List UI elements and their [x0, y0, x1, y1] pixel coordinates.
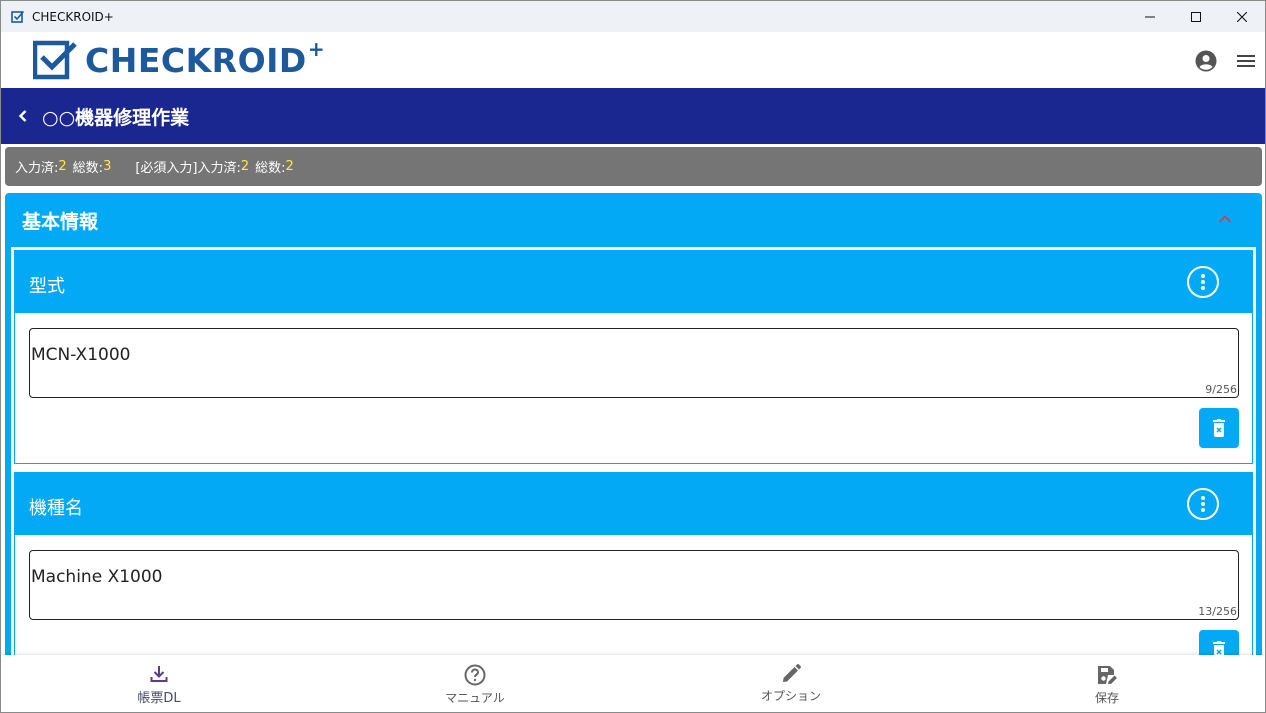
field-card: 型式 MCN-X1000 9/256 [14, 250, 1253, 464]
chevron-left-icon [18, 110, 27, 122]
field-body: Machine X1000 13/256 [15, 535, 1252, 663]
machine-name-input[interactable]: Machine X1000 [29, 550, 1239, 620]
required-total-count: 2 [285, 159, 294, 174]
section-title: 基本情報 [22, 211, 99, 233]
field-label: 型式 [29, 276, 65, 297]
account-circle-icon [1195, 50, 1217, 72]
delete-button[interactable] [1199, 408, 1239, 448]
field-body: MCN-X1000 9/256 [15, 313, 1252, 463]
app-window: CHECKROID+ CHECKROID + ○○機器修理作業 入力済: 2 総… [0, 0, 1266, 713]
trash-icon [1213, 419, 1225, 437]
minimize-button[interactable] [1127, 1, 1173, 32]
pencil-icon [783, 664, 801, 682]
char-counter: 9/256 [1205, 383, 1237, 396]
entered-label: 入力済: [15, 161, 59, 176]
required-entered-count: 2 [240, 159, 250, 174]
total-label: 総数: [72, 161, 104, 176]
menu-button[interactable] [1234, 49, 1258, 73]
field-label: 機種名 [29, 498, 83, 519]
field-list: 型式 MCN-X1000 9/256 機種名 Machine X1000 13/… [11, 247, 1256, 663]
page-title: ○○機器修理作業 [42, 106, 190, 129]
entered-count: 2 [58, 159, 67, 174]
more-vertical-icon [1201, 496, 1205, 512]
logo-text: CHECKROID [85, 40, 307, 80]
close-icon [1237, 11, 1247, 22]
window-titlebar: CHECKROID+ [1, 1, 1265, 32]
account-button[interactable] [1194, 49, 1218, 73]
hamburger-menu-icon [1237, 55, 1255, 67]
field-options-button[interactable] [1187, 488, 1219, 520]
maximize-icon [1191, 11, 1201, 22]
total-count: 3 [103, 159, 112, 174]
field-header: 機種名 [15, 473, 1252, 535]
chevron-up-icon [1218, 215, 1232, 223]
window-title: CHECKROID+ [32, 9, 114, 24]
field-header: 型式 [15, 251, 1252, 313]
page-bar: ○○機器修理作業 [1, 88, 1265, 144]
nav-save[interactable]: 保存 [949, 655, 1265, 712]
section-basic-info: 基本情報 型式 MCN-X1000 9/256 機種名 Machine X100… [5, 193, 1262, 663]
maximize-button[interactable] [1173, 1, 1219, 32]
field-card: 機種名 Machine X1000 13/256 [14, 472, 1253, 663]
required-entered-label: [必須入力]入力済: [135, 161, 241, 176]
collapse-button[interactable] [1215, 209, 1235, 229]
logo-plus: + [307, 37, 325, 61]
nav-label: 保存 [1094, 691, 1119, 705]
more-vertical-icon [1201, 274, 1205, 290]
minimize-icon [1145, 16, 1155, 17]
bottom-navigation: 帳票DL マニュアル オプション 保存 [1, 655, 1265, 712]
char-counter: 13/256 [1198, 605, 1237, 618]
help-circle-icon [464, 664, 486, 686]
nav-label: マニュアル [445, 691, 505, 705]
required-total-label: 総数: [255, 161, 286, 176]
nav-download-report[interactable]: 帳票DL [1, 655, 317, 712]
model-number-input[interactable]: MCN-X1000 [29, 328, 1239, 398]
back-button[interactable] [13, 106, 33, 126]
nav-options[interactable]: オプション [633, 655, 949, 712]
status-bar: 入力済: 2 総数: 3 [必須入力]入力済: 2 総数: 2 [5, 147, 1262, 186]
field-options-button[interactable] [1187, 266, 1219, 298]
close-window-button[interactable] [1219, 1, 1265, 32]
nav-label: 帳票DL [137, 691, 181, 706]
app-checkbox-icon [11, 10, 25, 23]
nav-manual[interactable]: マニュアル [317, 655, 633, 712]
save-edit-icon [1098, 666, 1117, 684]
nav-label: オプション [760, 689, 821, 703]
logo-check-icon [33, 40, 77, 80]
logo: CHECKROID + [33, 37, 325, 80]
download-icon [150, 666, 168, 682]
app-header: CHECKROID + [1, 32, 1265, 88]
